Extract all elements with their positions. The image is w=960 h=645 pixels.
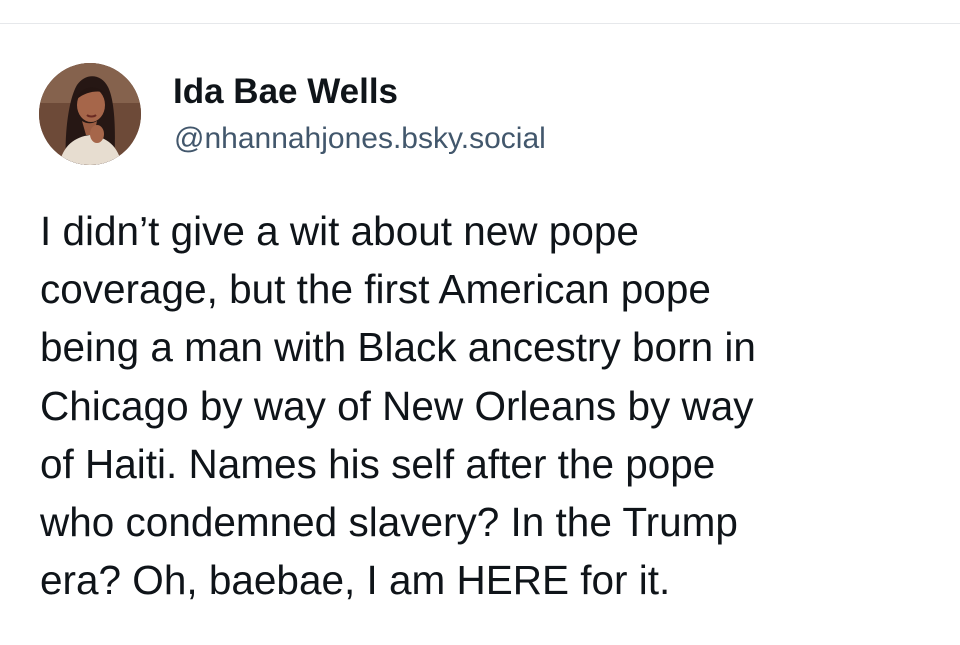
post-card[interactable]: Ida Bae Wells @nhannahjones.bsky.social … [0, 24, 960, 645]
post-text-line: being a man with Black ancestry born in [40, 324, 756, 371]
post-text-line: I didn’t give a wit about new pope [40, 208, 639, 254]
avatar-image-icon [39, 63, 141, 165]
author-handle[interactable]: @nhannahjones.bsky.social [174, 122, 546, 156]
post-text-line: of Haiti. Names his self after the pope [40, 440, 716, 487]
post-text-line: coverage, but the first American pope [40, 266, 711, 313]
author-avatar[interactable] [39, 63, 141, 165]
post-text-line: Chicago by way of New Orleans by way [40, 382, 754, 429]
post-text-line: era? Oh, baebae, I am HERE for it. [40, 557, 671, 604]
author-display-name[interactable]: Ida Bae Wells [173, 72, 398, 112]
post-text: I didn’t give a wit about new pope cover… [40, 202, 920, 609]
post-text-line: who condemned slavery? In the Trump [40, 499, 738, 546]
